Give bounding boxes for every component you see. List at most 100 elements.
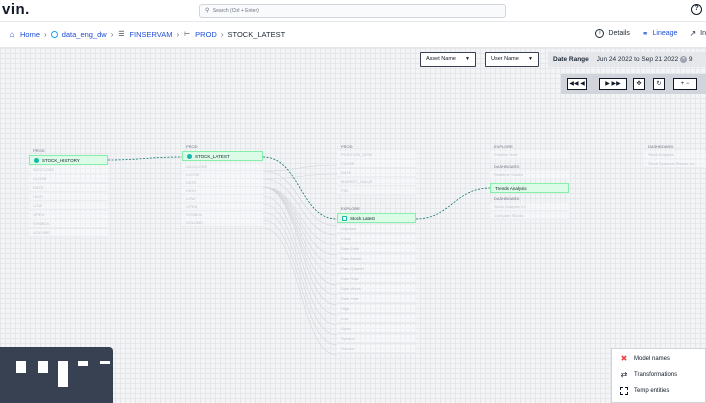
skip-back-icon[interactable]: ◀◀ xyxy=(569,81,578,87)
tab-lineage-label: Lineage xyxy=(652,30,678,37)
field-row[interactable]: Close xyxy=(337,235,416,243)
search-input[interactable]: ⚲ Search (Ctrl + Enter) xyxy=(199,4,506,18)
lineage-node-trends-analysis[interactable]: Trends Analysis xyxy=(490,183,569,193)
field-row[interactable]: CLOSE xyxy=(29,175,108,183)
group-label: PROD xyxy=(33,148,45,153)
temp-icon xyxy=(620,387,628,395)
clear-icon[interactable]: × xyxy=(680,55,688,63)
field-row[interactable]: Open xyxy=(337,325,416,333)
center-icon[interactable]: ✥ xyxy=(633,78,645,90)
field-row[interactable]: LOW xyxy=(182,195,263,203)
table-icon xyxy=(187,154,192,160)
asset-name-dropdown[interactable]: Asset Name ▼ xyxy=(420,52,476,67)
field-row[interactable]: VOLUME xyxy=(29,229,108,237)
field-row[interactable]: Stock Analysis V2 xyxy=(490,203,569,211)
skip-forward-icon[interactable]: ▶▶ xyxy=(612,81,621,87)
field-row[interactable]: High xyxy=(337,305,416,313)
field-row[interactable]: POSITION_NOW xyxy=(337,151,416,159)
field-row[interactable]: Volume xyxy=(337,345,416,353)
field-row[interactable]: CLOSE xyxy=(182,171,263,179)
field-row[interactable]: Date Raw xyxy=(337,275,416,283)
field-row[interactable]: DATE xyxy=(29,184,108,192)
field-row[interactable]: VOLUME xyxy=(182,219,263,227)
help-icon[interactable]: ? xyxy=(691,4,702,15)
lineage-node-stock-history[interactable]: STOCK_HISTORY xyxy=(29,155,108,165)
graph-controls: ◀◀ ◀ ▶ ▶▶ ✥ ↻ + − xyxy=(561,74,706,94)
step-forward-icon[interactable]: ▶ xyxy=(605,81,610,87)
dashboard-label: DASHBOARD xyxy=(494,164,520,169)
legend-item: Temp entities xyxy=(620,387,669,395)
breadcrumb-home[interactable]: Home xyxy=(20,30,40,39)
field-row[interactable]: SYMBOL xyxy=(29,220,108,228)
hierarchy-icon: ⊢ xyxy=(184,30,191,38)
zoom-out-icon[interactable]: − xyxy=(686,81,690,87)
field-row[interactable]: Stock Analysis xyxy=(644,151,706,159)
tab-insights-label: In xyxy=(700,30,706,37)
refresh-icon[interactable]: ↻ xyxy=(653,78,665,90)
lineage-node-stock-latest[interactable]: STOCK_LATEST xyxy=(182,151,263,161)
field-row[interactable]: OPEN xyxy=(182,203,263,211)
field-row[interactable]: LOW xyxy=(29,202,108,210)
field-row[interactable]: Compare Stocks xyxy=(490,212,569,220)
zoom-group: + − xyxy=(673,78,697,90)
dashboard-label: DASHBOARD xyxy=(494,196,520,201)
group-label: PROD xyxy=(186,144,198,149)
tab-details[interactable]: i Details xyxy=(595,29,630,38)
field-row[interactable]: Date Quarter xyxy=(337,265,416,273)
user-name-dropdown[interactable]: User Name ▼ xyxy=(485,52,539,67)
field-row[interactable]: Date Year xyxy=(337,295,416,303)
tab-insights[interactable]: ↗ In xyxy=(689,29,706,38)
app-logo[interactable]: vin. xyxy=(2,1,30,18)
tab-lineage[interactable]: ⚭ Lineage xyxy=(642,29,678,38)
asset-name-label: Asset Name xyxy=(426,56,456,62)
field-row[interactable]: ADJCLOSE xyxy=(182,163,263,171)
legend-label: Transformations xyxy=(634,372,678,378)
user-name-label: User Name xyxy=(491,56,519,62)
breadcrumb-current: STOCK_LATEST xyxy=(227,30,286,39)
field-row[interactable]: Date Week xyxy=(337,285,416,293)
field-row[interactable]: Date Month xyxy=(337,255,416,263)
field-row[interactable]: SYMBOL xyxy=(182,211,263,219)
date-range-filter[interactable]: Date Range Jun 24 2022 to Sep 21 2022 × … xyxy=(548,52,706,67)
field-row[interactable]: Stock Symbols Shares on... xyxy=(644,160,706,168)
node-label: Stock Latest xyxy=(350,216,375,221)
field-row[interactable]: Position Now xyxy=(490,151,569,159)
chevron-right-icon: › xyxy=(220,30,224,39)
field-row[interactable]: DATE xyxy=(337,169,416,177)
zoom-in-icon[interactable]: + xyxy=(681,81,685,87)
field-row[interactable]: Realtime Stocks xyxy=(490,171,569,179)
step-back-icon[interactable]: ◀ xyxy=(580,81,585,87)
field-row[interactable]: HIGH xyxy=(182,187,263,195)
field-row[interactable]: ADJCLOSE xyxy=(29,166,108,174)
search-icon: ⚲ xyxy=(205,8,210,14)
breadcrumb-database[interactable]: data_eng_dw xyxy=(62,30,107,39)
chevron-right-icon: › xyxy=(110,30,114,39)
node-label: STOCK_HISTORY xyxy=(42,158,80,163)
legend-item: ✖ Model names xyxy=(620,355,670,363)
node-label: STOCK_LATEST xyxy=(195,154,230,159)
minimap-node xyxy=(16,361,26,373)
legend-label: Model names xyxy=(634,356,671,362)
info-icon: i xyxy=(595,29,605,38)
field-row[interactable]: Low xyxy=(337,315,416,323)
group-label: PROD xyxy=(341,144,353,149)
minimap[interactable] xyxy=(0,347,113,403)
field-row[interactable]: Date Date xyxy=(337,245,416,253)
field-row[interactable]: OPEN xyxy=(29,211,108,219)
caret-down-icon: ▼ xyxy=(465,56,470,62)
explore-label: EXPLORE xyxy=(341,206,360,211)
lineage-node-stock-latest-explore[interactable]: Stock Latest xyxy=(337,213,416,223)
field-row[interactable]: HIGH xyxy=(29,193,108,201)
breadcrumb-prod[interactable]: PROD xyxy=(195,30,217,39)
field-row[interactable]: DATE xyxy=(182,179,263,187)
trend-icon: ↗ xyxy=(689,29,697,38)
field-row[interactable]: CLOSE xyxy=(337,160,416,168)
field-row[interactable]: Adjclose xyxy=(337,225,416,233)
node-label: Trends Analysis xyxy=(495,186,527,191)
transform-icon: ⇄ xyxy=(620,370,628,379)
field-row[interactable]: Symbol xyxy=(337,335,416,343)
field-row[interactable]: PNL xyxy=(337,187,416,195)
breadcrumb-schema[interactable]: FINSERVAM xyxy=(129,30,172,39)
top-bar: vin. ⚲ Search (Ctrl + Enter) ? xyxy=(0,0,706,22)
field-row[interactable]: MARKET_VALUE xyxy=(337,178,416,186)
